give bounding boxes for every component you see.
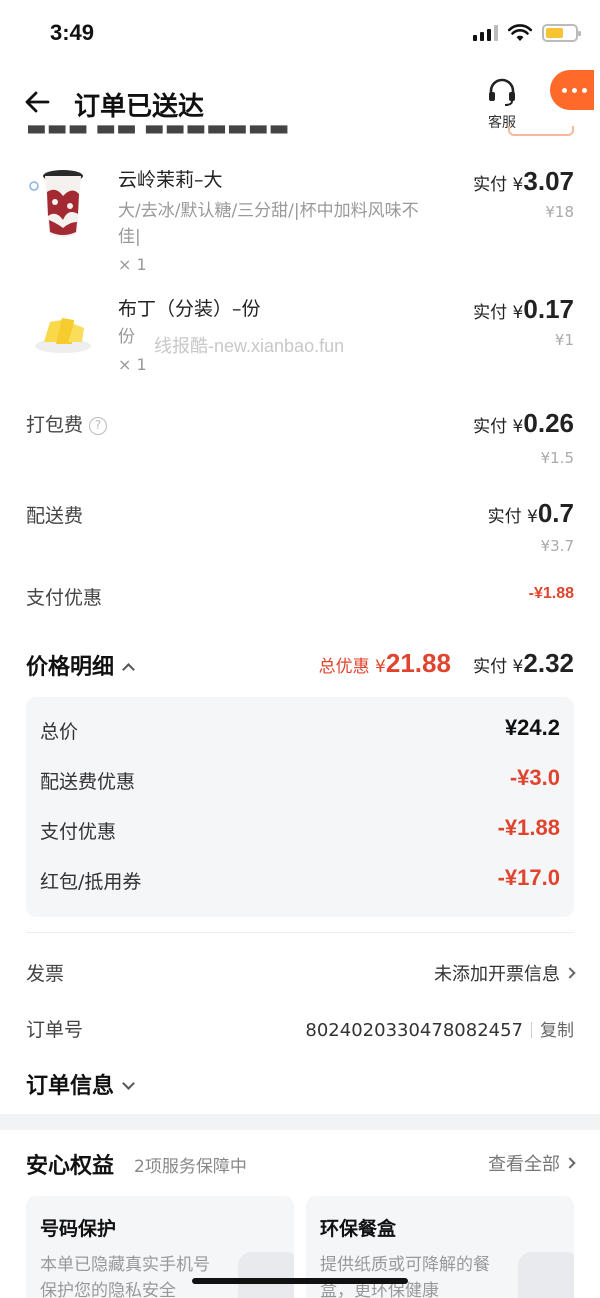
tea-cup-image — [29, 170, 83, 237]
item-original-price: ¥18 — [545, 203, 574, 221]
paid-prefix: 实付 ¥ — [473, 303, 524, 323]
invoice-value: 未添加开票信息 — [434, 964, 560, 985]
anxin-title: 安心权益 — [26, 1154, 115, 1179]
signal-icon — [473, 25, 498, 41]
eco-box-icon — [518, 1252, 574, 1298]
home-indicator — [192, 1278, 408, 1284]
cut-off-button — [508, 126, 574, 136]
packing-fee-paid: 实付 ¥0.26 — [473, 408, 574, 439]
status-icons — [473, 24, 581, 42]
item-qty: × 1 — [118, 255, 147, 274]
page-title: 订单已送达 — [74, 92, 205, 122]
item-paid: 实付 ¥0.17 — [473, 294, 574, 325]
payment-discount-value: -¥1.88 — [528, 585, 574, 602]
delivery-fee-label: 配送费 — [26, 505, 84, 527]
paid-amount: 3.07 — [523, 166, 574, 196]
chevron-up-icon — [122, 663, 135, 676]
price-detail-box: 总价 ¥24.2 配送费优惠 -¥3.0 支付优惠 -¥1.88 红包/抵用券 … — [26, 697, 574, 917]
price-detail-title: 价格明细 — [26, 655, 115, 680]
status-bar: 3:49 — [0, 0, 600, 72]
paid-prefix: 实付 ¥ — [487, 507, 538, 527]
packing-fee-label: 打包费? — [26, 410, 108, 437]
card-desc: 提供纸质或可降解的餐盒，更环保健康 — [320, 1255, 490, 1298]
customer-service-button[interactable]: 客服 — [484, 78, 520, 132]
paid-prefix: 实付 ¥ — [473, 417, 524, 437]
help-icon[interactable]: ? — [89, 417, 108, 435]
paid-amount: 0.17 — [523, 294, 574, 324]
detail-value: -¥3.0 — [509, 765, 560, 790]
divider — [26, 932, 574, 933]
order-no-row: 8024020330478082457 复制 — [305, 1016, 574, 1041]
detail-value: -¥17.0 — [497, 865, 560, 890]
wifi-icon — [508, 24, 532, 41]
detail-line: 配送费优惠 -¥3.0 — [40, 765, 560, 795]
item-name: 布丁（分装）–份 — [118, 298, 261, 320]
order-item: 云岭茉莉–大 大/去冰/默认糖/三分甜/|杯中加料风味不佳| × 1 实付 ¥3… — [0, 160, 600, 280]
back-arrow-icon[interactable] — [22, 86, 54, 118]
item-paid: 实付 ¥3.07 — [473, 166, 574, 197]
delivery-fee-original: ¥3.7 — [540, 537, 574, 555]
anxin-subtitle: 2项服务保障中 — [134, 1157, 247, 1177]
pudding-image — [35, 318, 91, 353]
order-info-toggle[interactable]: 订单信息 — [26, 1068, 135, 1100]
detail-label: 支付优惠 — [40, 821, 117, 843]
invoice-label: 发票 — [26, 963, 65, 985]
price-summary: 总优惠 ¥21.88 实付 ¥2.32 — [319, 648, 574, 679]
detail-label: 配送费优惠 — [40, 771, 136, 793]
view-all-link[interactable]: 查看全部 — [488, 1150, 576, 1176]
detail-label: 总价 — [40, 721, 79, 743]
paid-amount: 0.26 — [523, 408, 574, 438]
order-no-value: 8024020330478082457 — [305, 1020, 523, 1041]
card-desc: 本单已隐藏真实手机号保护您的隐私安全 — [40, 1255, 210, 1298]
chevron-right-icon — [564, 967, 576, 979]
separator — [531, 1022, 532, 1038]
status-time: 3:49 — [50, 20, 95, 45]
packing-fee-text: 打包费 — [26, 414, 84, 436]
battery-icon — [542, 24, 581, 42]
item-original-price: ¥1 — [554, 331, 574, 349]
detail-line: 支付优惠 -¥1.88 — [40, 815, 560, 845]
view-all-label: 查看全部 — [488, 1154, 560, 1175]
detail-line: 总价 ¥24.2 — [40, 715, 560, 745]
total-paid-prefix: 实付 ¥ — [473, 657, 524, 677]
card-title: 号码保护 — [40, 1218, 117, 1240]
chevron-down-icon — [122, 1077, 135, 1090]
paid-amount: 0.7 — [537, 498, 574, 528]
order-no-label: 订单号 — [26, 1019, 84, 1041]
card-title: 环保餐盒 — [320, 1218, 397, 1240]
price-detail-toggle[interactable]: 价格明细 — [26, 649, 135, 681]
store-name-cut: ▬▬▬ ▬▬ ▬▬▬▬▬▬▬ — [26, 122, 289, 134]
packing-fee-original: ¥1.5 — [540, 449, 574, 467]
headset-icon — [489, 78, 515, 106]
item-spec: 大/去冰/默认糖/三分甜/|杯中加料风味不佳| — [118, 201, 419, 247]
phone-shield-icon — [238, 1252, 294, 1298]
item-qty: × 1 — [118, 355, 147, 374]
watermark: 线报酷-new.xianbao.fun — [154, 336, 345, 356]
order-info-title: 订单信息 — [26, 1074, 115, 1099]
total-discount-prefix: 总优惠 ¥ — [318, 657, 386, 677]
paid-prefix: 实付 ¥ — [473, 175, 524, 195]
section-gap — [0, 1114, 600, 1130]
payment-discount-label: 支付优惠 — [26, 587, 103, 609]
total-discount-value: 21.88 — [385, 648, 451, 678]
delivery-fee-paid: 实付 ¥0.7 — [488, 498, 574, 529]
chevron-right-icon — [564, 1157, 576, 1169]
detail-line: 红包/抵用券 -¥17.0 — [40, 865, 560, 895]
detail-label: 红包/抵用券 — [40, 871, 142, 893]
detail-value: ¥24.2 — [504, 715, 560, 740]
item-name: 云岭茉莉–大 — [118, 169, 223, 191]
detail-value: -¥1.88 — [497, 815, 560, 840]
invoice-link[interactable]: 未添加开票信息 — [434, 960, 576, 986]
copy-button[interactable]: 复制 — [540, 1021, 574, 1041]
more-menu-button[interactable] — [550, 70, 594, 110]
total-paid-value: 2.32 — [523, 648, 574, 678]
